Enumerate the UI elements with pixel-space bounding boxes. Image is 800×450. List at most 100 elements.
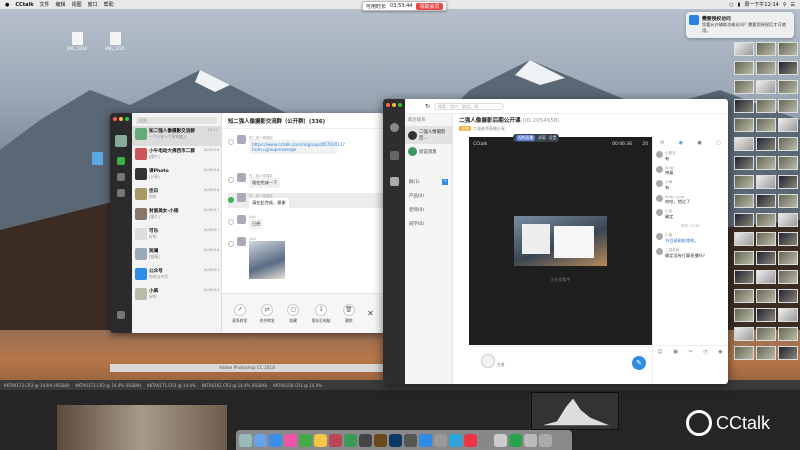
image-thumbnail[interactable] [756,213,776,227]
list-item[interactable]: 公众号 你的公众号 18/06/15 [132,266,221,286]
settings-button[interactable]: 设置 [549,135,557,141]
merge-forward-button[interactable]: ⇄ 合并转发 [260,303,275,324]
ps-tab[interactable]: KKTA0173.CR3 @ 14.4% (RGB/8) [76,383,142,388]
message[interactable]: 知二强人像摄影 现在完成一下 [228,173,281,188]
app-icon[interactable] [494,433,507,447]
favorite-button[interactable]: ▢ 收藏 [287,303,300,324]
avatar[interactable] [115,135,127,147]
list-item[interactable]: 二强人像摄影后... [405,126,452,144]
list-item[interactable]: 可乐 好的 18/06/17 [132,226,221,246]
menu-list-icon[interactable]: ☰ [791,2,795,8]
image-thumbnail[interactable] [734,232,754,246]
select-checkbox[interactable] [228,241,234,247]
app-icon[interactable] [464,433,477,447]
image-thumbnail[interactable] [734,270,754,284]
refresh-icon[interactable]: ↻ [425,103,430,110]
image-thumbnail[interactable] [734,156,754,170]
video-area[interactable]: 视频直播 屏幕 设置 CCtalk 00:06:36 20 正在观看中 [469,134,652,345]
group-section[interactable]: 产品(0) [405,189,452,203]
list-item[interactable]: 润澜 [链接] 18/06/16 [132,246,221,266]
select-checkbox[interactable] [228,197,234,203]
zoom-icon[interactable] [398,103,402,107]
desktop-file[interactable]: IMG_1234 [66,32,88,51]
list-item[interactable]: 小麻 好的 18/06/15 [132,286,221,306]
delete-button[interactable]: 🗑 删除 [342,303,355,324]
image-thumbnail[interactable] [778,137,798,151]
image-thumbnail[interactable] [778,194,798,208]
image-thumbnail[interactable] [734,80,754,94]
image-thumbnail[interactable] [778,61,798,75]
image-thumbnail[interactable] [756,42,776,56]
battery-icon[interactable]: ▮ [738,2,741,8]
image-thumbnail[interactable] [734,213,754,227]
emoji-icon[interactable]: ☺ [657,349,662,355]
bridge-icon[interactable] [374,433,387,447]
image-thumbnail[interactable] [778,118,798,132]
gift-icon[interactable]: ◉ [718,349,722,355]
list-item[interactable]: 验证消息 [405,144,452,159]
image-thumbnail[interactable] [734,346,754,360]
launchpad-icon[interactable] [254,433,267,447]
menu-nav-icon[interactable] [117,311,125,319]
app-menu[interactable]: CCtalk [15,2,33,8]
menu-edit[interactable]: 编辑 [56,1,66,8]
image-thumbnail[interactable] [778,175,798,189]
image-thumbnail[interactable] [778,327,798,341]
messages-icon[interactable] [390,177,399,186]
preferences-icon[interactable] [434,433,447,447]
music-icon[interactable] [329,433,342,447]
zoom-icon[interactable] [125,117,129,121]
image-thumbnail[interactable] [734,175,754,189]
list-item[interactable]: 小午电动大佛西市二群 [图片] 18/06/18 [132,146,221,166]
select-checkbox[interactable] [228,219,234,225]
image-thumbnail[interactable] [756,118,776,132]
safari-icon[interactable] [269,433,282,447]
ps-tab[interactable]: KKTA0171.CR3 @ 14.4% [147,383,196,388]
image-thumbnail[interactable] [756,156,776,170]
image-thumbnail[interactable] [734,137,754,151]
ps-tab[interactable]: KKTA0158.CR3 @ 14.4% [273,383,322,388]
group-section[interactable]: 群(1) + [405,175,452,189]
image-thumbnail[interactable] [734,99,754,113]
image-thumbnail[interactable] [734,42,754,56]
list-item[interactable]: 课Photo [分享] 18/06/18 [132,166,221,186]
image-thumbnail[interactable] [756,289,776,303]
pen-icon[interactable]: ✎ [632,356,646,370]
menu-view[interactable]: 视图 [72,1,82,8]
desktop-folder[interactable] [86,152,108,166]
wechat-icon[interactable] [344,433,357,447]
image-thumbnail[interactable] [778,156,798,170]
desktop-file[interactable]: IMG_1235 [104,32,126,51]
image-thumbnail[interactable] [756,251,776,265]
app-icon[interactable] [479,433,492,447]
image-thumbnail[interactable] [756,346,776,360]
image-thumbnail[interactable] [778,346,798,360]
image-thumbnail[interactable] [734,251,754,265]
minimize-icon[interactable] [119,117,123,121]
image-thumbnail[interactable] [734,194,754,208]
image-thumbnail[interactable] [734,118,754,132]
image-thumbnail[interactable] [778,251,798,265]
search-icon[interactable]: ⚲ [783,2,787,8]
image-thumbnail[interactable] [734,61,754,75]
image-thumbnail[interactable] [734,327,754,341]
image-thumbnail[interactable] [778,308,798,322]
image-thumbnail[interactable] [756,137,776,151]
menu-window[interactable]: 窗口 [88,1,98,8]
list-item[interactable]: 知二强人像摄影交流群 一个人在一个家的路上 18:12 [132,126,221,146]
image-thumbnail[interactable] [778,232,798,246]
close-selection-button[interactable]: ✕ [367,309,374,318]
notes-icon[interactable] [314,433,327,447]
scissors-icon[interactable]: ✂ [688,349,692,355]
save-to-computer-button[interactable]: ↧ 保存至电脑 [311,303,330,324]
image-thumbnail[interactable] [778,289,798,303]
ps-tab[interactable]: KKTA0173.CR3 @ 14.4% (RGB/8) [4,383,70,388]
messages-icon[interactable] [299,433,312,447]
message[interactable]: Aoki [228,237,285,279]
members-tab-icon[interactable]: ● [697,140,701,146]
search-input[interactable]: 搜索 [136,117,217,124]
message-link[interactable]: https://www.cctalk.com/m/group/85702011?… [249,140,345,154]
menu-file[interactable]: 文件 [40,1,50,8]
close-icon[interactable] [386,103,390,107]
image-thumbnail[interactable] [756,80,776,94]
